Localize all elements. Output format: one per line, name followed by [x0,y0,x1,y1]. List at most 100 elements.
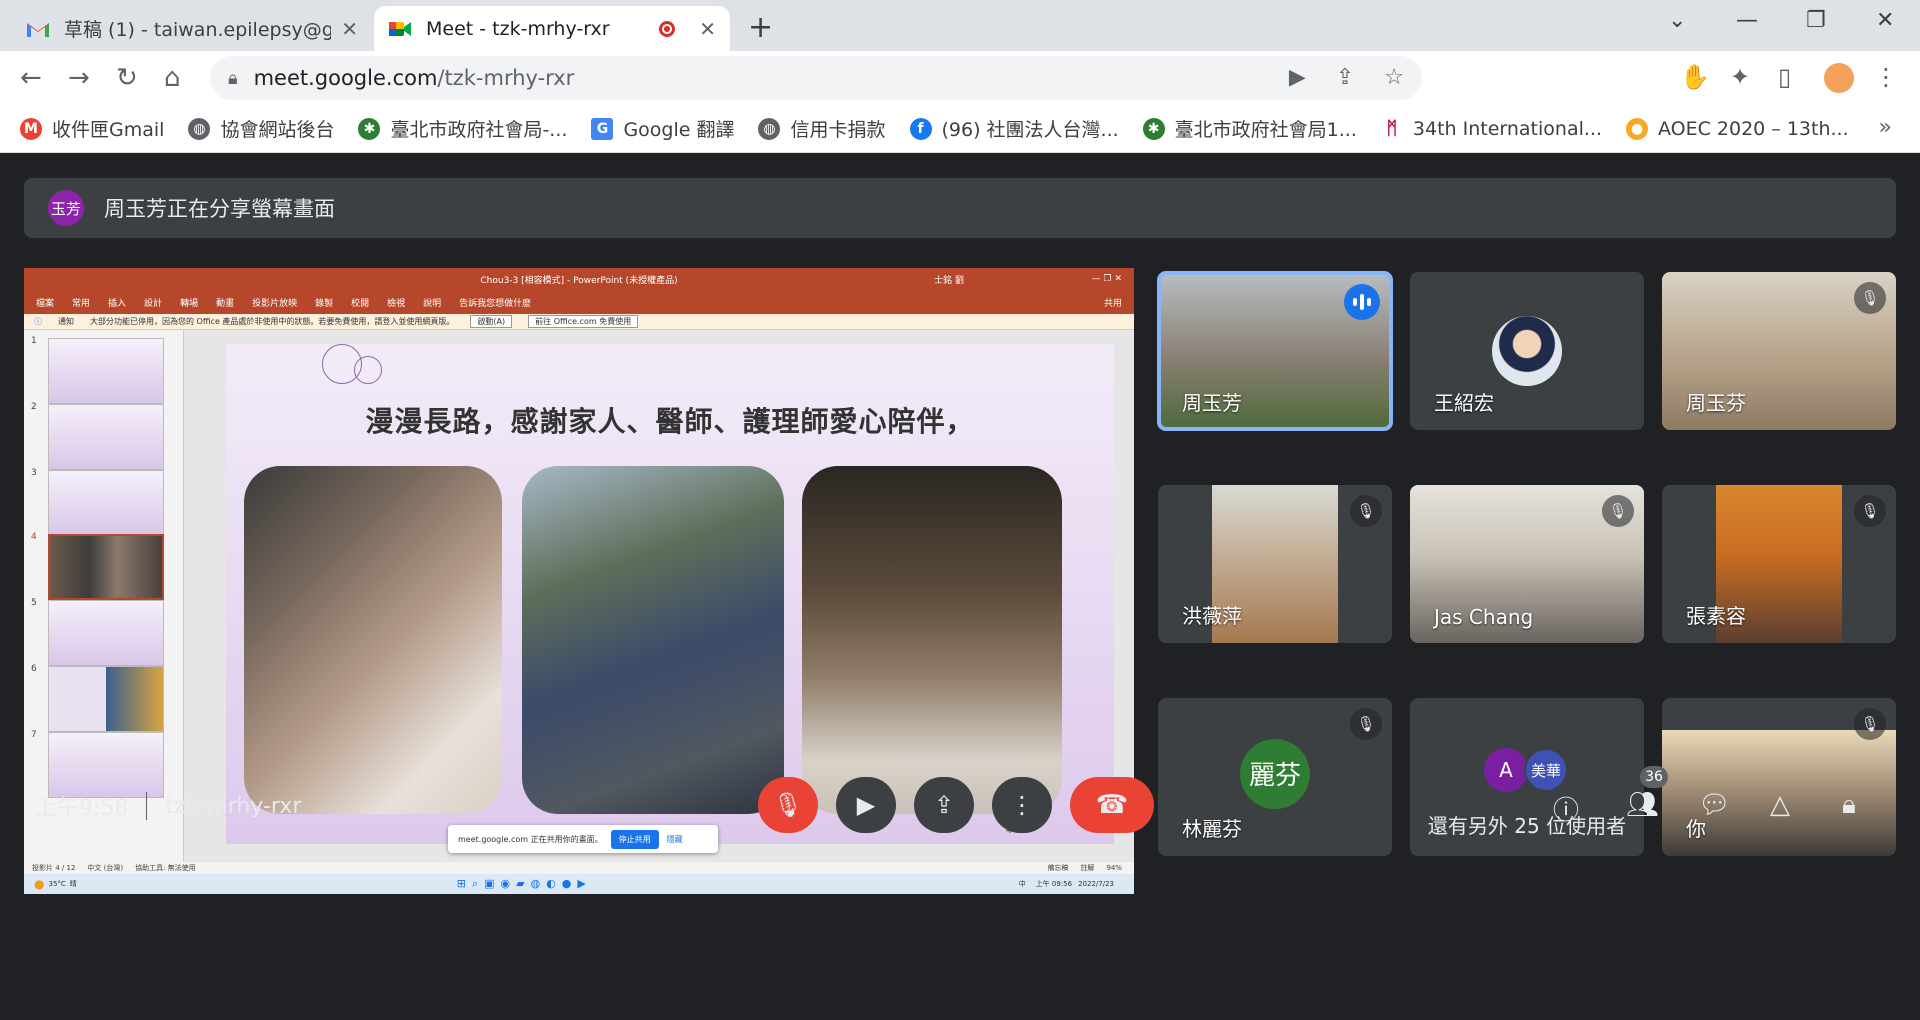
side-panel-icon[interactable]: ▯ [1778,63,1791,91]
participant-tile[interactable]: 🎙︎ 周玉芬 [1662,272,1896,430]
mic-off-icon: 🎙︎ [1854,708,1886,740]
close-icon[interactable]: ✕ [341,17,358,41]
url-text: meet.google.com/tzk-mrhy-rxr [254,66,575,90]
puzzle-icon[interactable]: ✦ [1730,63,1750,91]
slide-thumbnail [48,404,164,470]
forward-icon[interactable]: → [68,63,90,93]
ppt-share: 共用 [1103,298,1122,309]
participant-name: 周玉芬 [1686,391,1746,415]
bookmark-label: 臺北市政府社會局-... [390,119,568,141]
bookmark-aoec[interactable]: ● AOEC 2020 – 13th... [1625,117,1849,140]
tab-meet[interactable]: Meet - tzk-mrhy-rxr ✕ [374,6,730,51]
info-icon: ⓘ [34,317,42,326]
star-icon[interactable]: ☆ [1384,65,1404,90]
lock-icon[interactable]: 🔒︎ [228,68,238,89]
reload-icon[interactable]: ↻ [116,63,138,93]
bookmark-facebook[interactable]: f (96) 社團法人台灣... [909,115,1119,142]
participant-tile[interactable]: 🎙︎ 洪薇萍 [1158,485,1392,643]
present-screen-button[interactable]: ⇪ [914,777,974,833]
photo-restaurant-group [802,466,1062,814]
back-icon[interactable]: ← [20,63,42,93]
weather-desc: 晴 [69,880,77,888]
bookmark-taipei-1[interactable]: ✱ 臺北市政府社會局-... [358,115,567,142]
thumb-number: 7 [31,730,37,740]
window-close-icon[interactable]: ✕ [1876,8,1894,33]
participant-tile-self[interactable]: 🎙︎ 你 [1662,698,1896,856]
slide-heading: 漫漫長路，感謝家人、醫師、護理師愛心陪伴， [365,405,975,438]
chat-icon[interactable]: 💬︎ [1698,790,1731,820]
thumb-number: 5 [31,598,37,608]
bookmark-gmail[interactable]: M 收件匣Gmail [20,115,164,142]
meeting-code: tzk-mrhy-rxr [165,793,302,819]
participant-tile[interactable]: 🎙︎ Jas Chang [1410,485,1644,643]
slide-thumbnail [48,470,164,536]
bookmark-donate[interactable]: ◍ 信用卡捐款 [758,115,886,142]
meet-stage: 玉芳 周玉芳正在分享螢幕畫面 Chou3-3 [相容模式] - PowerPoi… [0,153,1920,1020]
aoec-icon: ● [1625,117,1648,140]
screen-share-banner: 玉芳 周玉芳正在分享螢幕畫面 [24,178,1896,238]
bookmark-conference[interactable]: ᛗ 34th International... [1380,117,1602,140]
participant-tile[interactable]: 🎙︎ 麗芬 林麗芬 [1158,698,1392,856]
chevron-right-icon[interactable]: » [1879,115,1892,140]
bookmark-label: 收件匣Gmail [52,119,165,141]
gmail-icon [27,22,49,37]
share-icon[interactable]: ⇪ [1336,65,1354,90]
tab-search-icon[interactable]: ⌄ [1668,8,1686,33]
url-host: meet.google.com [253,66,438,90]
url-path: /tzk-mrhy-rxr [437,66,575,90]
bookmark-admin[interactable]: ◍ 協會網站後台 [188,115,334,142]
bookmark-translate[interactable]: G Google 翻譯 [591,115,734,142]
others-count-label: 還有另外 25 位使用者 [1427,814,1627,838]
ppt-title-bar: Chou3-3 [相容模式] - PowerPoint (未授權產品) 士銘 劉… [24,268,1134,290]
translate-icon: G [591,117,614,140]
people-icon[interactable]: 👥︎ [1626,790,1659,820]
ribbon-tab: 檢視 [387,298,406,309]
participant-tile[interactable]: 周玉芳 [1157,271,1393,431]
meeting-info: 上午9:58 tzk-mrhy-rxr [35,790,301,822]
tab-title: Meet - tzk-mrhy-rxr [426,17,610,40]
ppt-user: 士銘 劉 [934,275,964,286]
conference-icon: ᛗ [1380,117,1403,140]
minimize-icon[interactable]: — [1736,8,1758,33]
taipei-gov-icon: ✱ [358,117,381,140]
ribbon-tab: 檔案 [36,298,55,309]
present-screen-icon: ⇪ [933,791,955,819]
taskbar-ime: 中 [1018,880,1026,888]
taskbar-app-icons: ⊞⌕▣◉▰◍◐●▶ [456,877,592,890]
slide-thumbnail [48,338,164,404]
camera-icon[interactable]: ▶︎ [1289,65,1306,90]
others-tile[interactable]: A 美華 還有另外 25 位使用者 [1410,698,1644,856]
participant-name: 洪薇萍 [1182,604,1242,628]
profile-avatar[interactable] [1824,63,1854,93]
raise-hand-extension-icon[interactable]: ✋ [1680,63,1710,91]
ppt-notice-bar: ⓘ 通知 大部分功能已停用，因為您的 Office 產品處於非使用中的狀態。若要… [24,314,1134,330]
screen-share-chip: meet.google.com 正在共用你的畫面。 停止共用 隱藏 [448,825,718,853]
leave-call-button[interactable]: ☎︎ [1070,777,1154,833]
address-bar[interactable]: 🔒︎ meet.google.com/tzk-mrhy-rxr ▶︎ ⇪ ☆ [210,56,1422,100]
new-tab-button[interactable]: + [748,10,773,45]
participant-tile[interactable]: 🎙︎ 張素容 [1662,485,1896,643]
participant-name: 林麗芬 [1182,817,1242,841]
menu-dots-icon[interactable]: ⋮ [1874,63,1898,91]
bookmark-label: 信用卡捐款 [790,119,886,141]
photo-family-group [522,466,784,814]
meeting-details-icon[interactable]: ⓘ [1553,790,1579,827]
restore-icon[interactable]: ❐ [1806,8,1826,33]
host-controls-icon[interactable]: 🔒︎ [1842,790,1856,821]
mic-toggle-button[interactable]: 🎙︎ [758,777,818,833]
participant-avatar-photo [1492,316,1562,386]
home-icon[interactable]: ⌂ [164,63,181,93]
bookmark-label: 協會網站後台 [220,119,335,141]
tab-gmail[interactable]: 草稿 (1) - taiwan.epilepsy@gma ✕ [12,6,372,51]
thumb-number: 1 [31,336,37,346]
activities-icon[interactable]: △ [1770,790,1790,820]
participant-tile[interactable]: 王紹宏 [1410,272,1644,430]
close-icon[interactable]: ✕ [699,17,716,41]
thumb-number: 3 [31,468,37,478]
more-options-button[interactable]: ⋮ [992,777,1052,833]
bookmark-taipei-2[interactable]: ✱ 臺北市政府社會局1... [1142,115,1357,142]
ppt-window-title: Chou3-3 [相容模式] - PowerPoint (未授權產品) [480,275,678,286]
gmail-icon: M [20,117,42,140]
ribbon-tab: 校閱 [351,298,370,309]
camera-toggle-button[interactable]: ▶︎ [836,777,896,833]
